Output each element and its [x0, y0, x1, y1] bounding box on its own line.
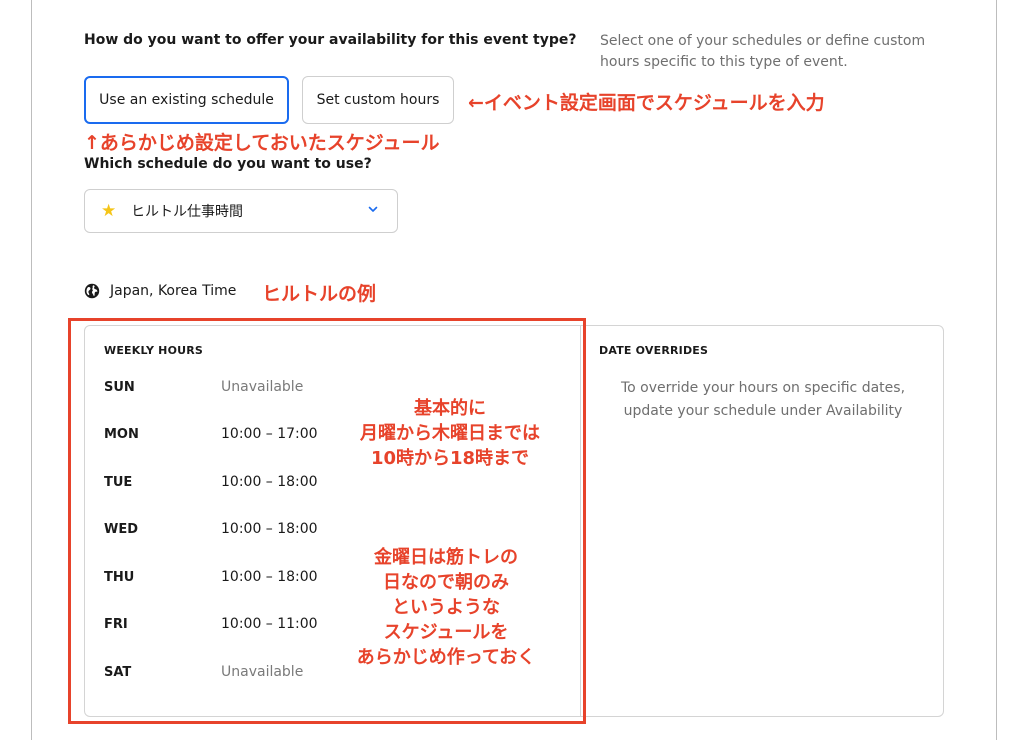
hours-thu: 10:00 – 18:00 — [221, 569, 318, 585]
timezone: Japan, Korea Time — [84, 283, 236, 299]
annotation-line: 金曜日は筋トレの — [374, 547, 518, 568]
set-custom-hours-button[interactable]: Set custom hours — [302, 76, 454, 124]
day-label-sun: SUN — [104, 380, 135, 395]
hours-wed: 10:00 – 18:00 — [221, 521, 318, 537]
annotation-line: というような — [392, 597, 500, 618]
annotation-friday-note: 金曜日は筋トレの 日なので朝のみ というような スケジュールを あらかじめ作って… — [312, 545, 580, 670]
annotation-weekday-note: 基本的に 月曜から木曜日までは 10時から18時まで — [320, 396, 580, 471]
annotation-line: 月曜から木曜日までは — [360, 423, 540, 444]
weekly-hours-title: WEEKLY HOURS — [104, 344, 204, 357]
date-overrides-line-1: To override your hours on specific dates… — [620, 380, 906, 396]
date-overrides-line-2: update your schedule under Availability — [623, 403, 903, 419]
date-overrides-title: DATE OVERRIDES — [599, 344, 709, 357]
annotation-line: 10時から18時まで — [370, 448, 530, 469]
day-label-fri: FRI — [104, 617, 128, 632]
day-label-thu: THU — [104, 570, 135, 585]
annotation-line: 日なので朝のみ — [383, 572, 509, 593]
schedule-select-value: ヒルトル仕事時間 — [131, 204, 243, 220]
hours-mon: 10:00 – 17:00 — [221, 426, 318, 442]
panel-divider — [580, 325, 581, 717]
annotation-example: ヒルトルの例 — [262, 283, 377, 305]
hours-sat: Unavailable — [221, 664, 304, 680]
date-overrides-text: To override your hours on specific dates… — [596, 377, 930, 423]
page-frame-left — [31, 0, 32, 740]
schedule-question: Which schedule do you want to use? — [84, 156, 372, 172]
schedule-select[interactable]: ★ ヒルトル仕事時間 — [84, 189, 398, 233]
annotation-event-settings: ←イベント設定画面でスケジュールを入力 — [468, 92, 825, 114]
annotation-line: 基本的に — [414, 398, 486, 419]
annotation-preset-schedule: ↑あらかじめ設定しておいたスケジュール — [84, 132, 440, 154]
day-label-sat: SAT — [104, 665, 132, 680]
availability-hint: Select one of your schedules or define c… — [600, 33, 926, 70]
annotation-line: スケジュールを — [383, 622, 509, 643]
star-icon: ★ — [101, 201, 117, 221]
globe-icon — [84, 283, 100, 299]
day-label-mon: MON — [104, 427, 139, 442]
day-label-tue: TUE — [104, 475, 133, 490]
hours-sun: Unavailable — [221, 379, 304, 395]
availability-question: How do you want to offer your availabili… — [84, 32, 577, 48]
chevron-down-icon — [368, 206, 378, 212]
hours-tue: 10:00 – 18:00 — [221, 474, 318, 490]
annotation-line: あらかじめ作っておく — [356, 647, 536, 668]
use-existing-schedule-button[interactable]: Use an existing schedule — [84, 76, 289, 124]
day-label-wed: WED — [104, 522, 139, 537]
timezone-label: Japan, Korea Time — [110, 283, 237, 299]
hours-fri: 10:00 – 11:00 — [221, 616, 318, 632]
page-frame-right — [996, 0, 997, 740]
